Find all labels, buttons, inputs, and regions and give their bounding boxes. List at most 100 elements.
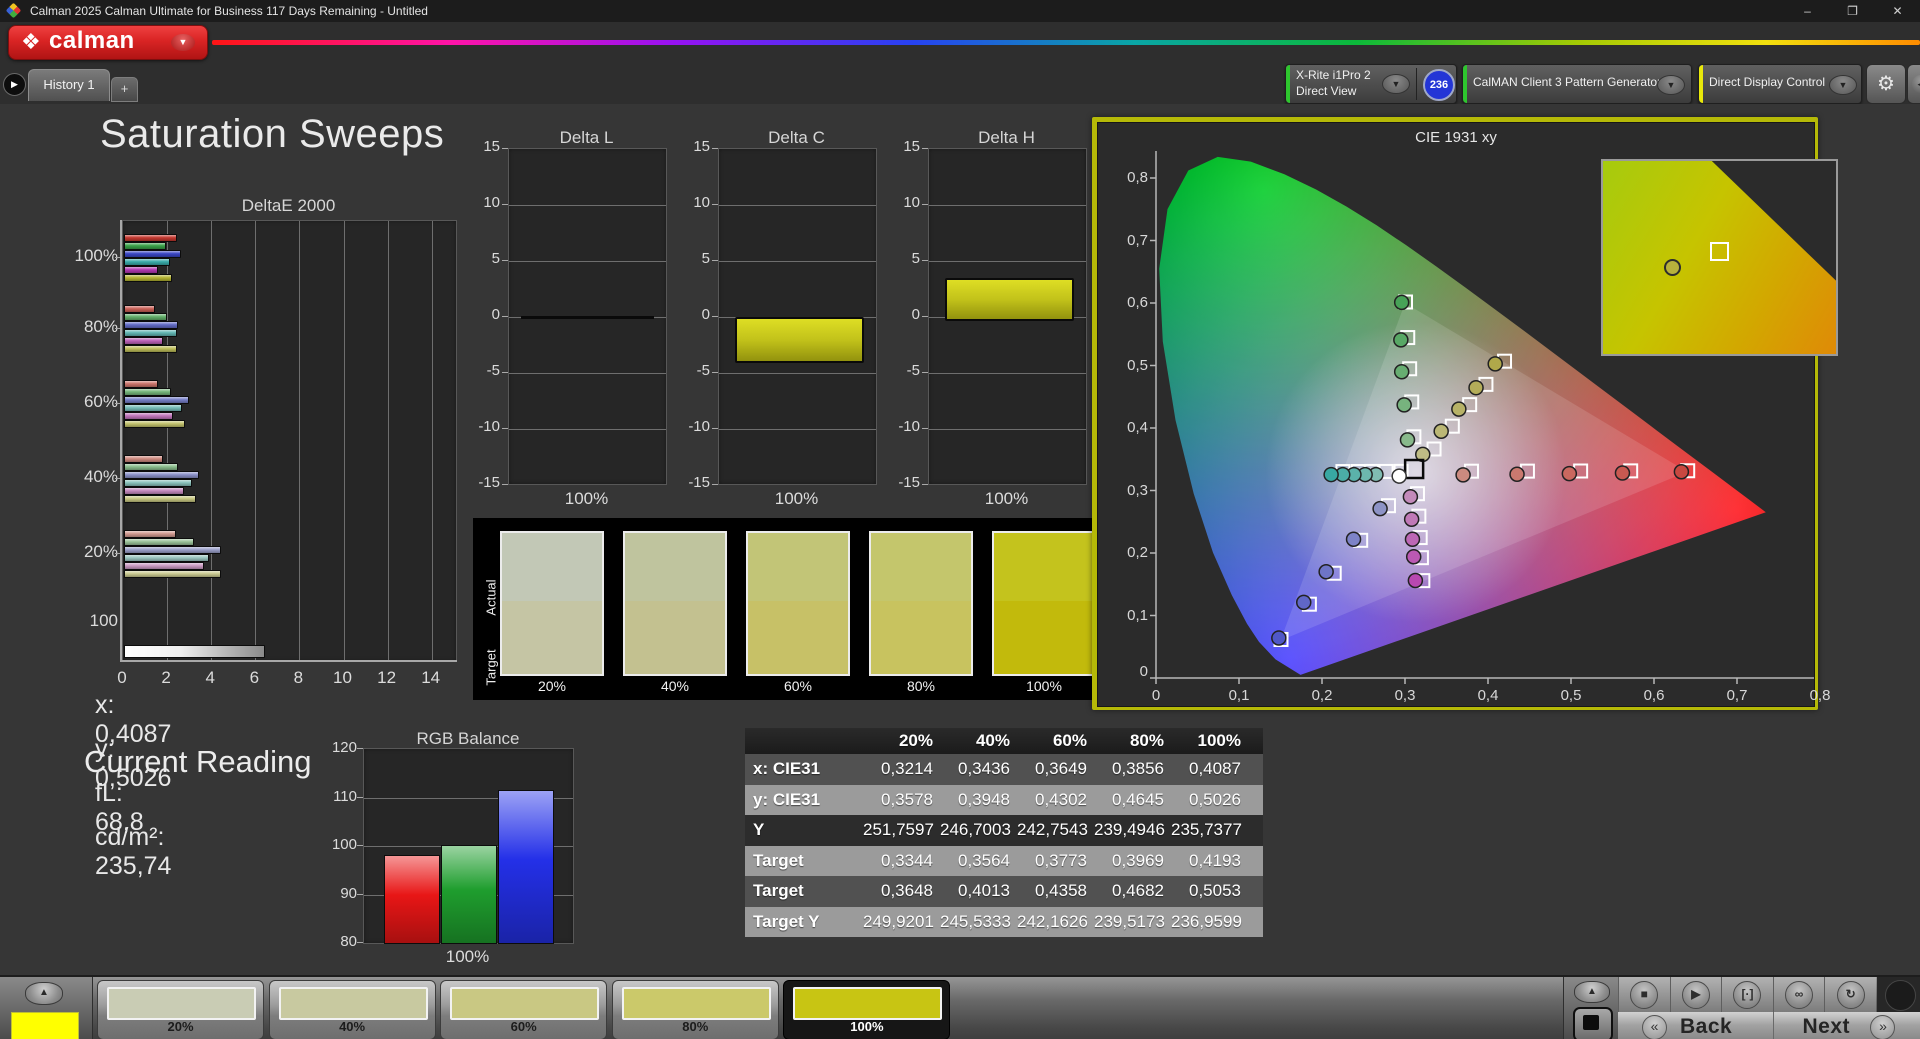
table-row-target-y: Target Y249,9201245,5333242,1626239,5173…	[745, 907, 1263, 938]
delta_l-ytick: 0	[460, 306, 500, 323]
pattern-window-toggle[interactable]	[1573, 1007, 1613, 1039]
chevron-down-icon: ▼	[1657, 75, 1685, 95]
deltae-bar-yellow-60%	[124, 420, 185, 428]
pattern-button-60%[interactable]: 60%	[440, 980, 607, 1039]
stop-icon: ■	[1630, 981, 1658, 1009]
tick	[922, 372, 928, 373]
cie-ytick: 0,2	[1110, 544, 1148, 561]
swatch-target-80%	[871, 601, 971, 674]
swatch-actual-20%	[502, 533, 602, 601]
pattern-label: 80%	[613, 1019, 778, 1034]
calman-logo-icon: ❖	[21, 29, 41, 55]
stop-button[interactable]: ■	[1618, 977, 1670, 1012]
tick	[712, 204, 718, 205]
play-button[interactable]: ▶	[1670, 977, 1722, 1012]
cie-measured-blue	[1272, 631, 1286, 645]
deltae-xtick: 2	[151, 668, 181, 688]
calman-menu-button[interactable]: ❖ calman ▼	[8, 25, 208, 60]
delta_c-xlabel: 100%	[718, 489, 875, 509]
cie-ytick: 0,7	[1110, 232, 1148, 249]
pattern-label: 100%	[784, 1019, 949, 1034]
cie-measured-magenta	[1407, 550, 1421, 564]
table-row-target-y-cie31: Target y:CIE310,36480,40130,43580,46820,…	[745, 876, 1263, 907]
gridline	[719, 373, 876, 374]
cie-measured-red	[1674, 465, 1688, 479]
cie-measured-blue	[1319, 565, 1333, 579]
tab-scroll-button[interactable]: ▶	[3, 73, 26, 96]
table-cell: 235,7377	[1171, 815, 1248, 846]
row-label: x: CIE31	[745, 754, 863, 785]
x-axis	[120, 660, 457, 662]
delta_c-ytick: -5	[670, 362, 710, 379]
table-cell: 0,3856	[1094, 754, 1171, 785]
display-control-label: Direct Display Control	[1709, 75, 1825, 89]
tick	[502, 148, 508, 149]
single-measure-button[interactable]: [·]	[1721, 977, 1773, 1012]
deltae-bar-yellow-100%	[124, 274, 172, 282]
deltae-bar-yellow-40%	[124, 495, 196, 503]
add-tab-button[interactable]: +	[111, 77, 138, 102]
table-row-target-x-cie31: Target x:CIE310,33440,35640,37730,39690,…	[745, 846, 1263, 877]
cie-measured-blue	[1297, 595, 1311, 609]
tick	[502, 372, 508, 373]
minimize-button[interactable]: –	[1785, 0, 1830, 22]
cie-ytick: 0,3	[1110, 482, 1148, 499]
tick	[502, 316, 508, 317]
cie-ytick: 0	[1110, 663, 1148, 680]
delta_c-ytick: 0	[670, 306, 710, 323]
close-button[interactable]: ✕	[1875, 0, 1920, 22]
reading-count-badge[interactable]: 236	[1423, 69, 1455, 101]
pattern-button-80%[interactable]: 80%	[612, 980, 779, 1039]
delta_l-ytick: 5	[460, 250, 500, 267]
meter-dropdown[interactable]: X-Rite i1Pro 2 Direct View ▼ 236	[1285, 64, 1457, 104]
settings-button[interactable]: ⚙	[1866, 64, 1906, 104]
table-col-100%: 100%	[1171, 728, 1248, 754]
gridline	[167, 221, 168, 661]
deltae-bar-cyan-20%	[124, 554, 209, 562]
pattern-button-40%[interactable]: 40%	[269, 980, 436, 1039]
meter-mode: Direct View	[1296, 84, 1356, 98]
tick	[115, 553, 122, 554]
refresh-button[interactable]: ↻	[1824, 977, 1876, 1012]
cie-plot-area: CIE 1931 xy 0,80,70,60,50,40,30,20,1000,…	[1097, 122, 1815, 707]
record-button[interactable]	[1885, 980, 1916, 1011]
back-button[interactable]: « Back	[1618, 1012, 1774, 1039]
display-control-dropdown[interactable]: Direct Display Control ▼	[1698, 64, 1862, 104]
maximize-button[interactable]: ❐	[1830, 0, 1875, 22]
pattern-generator-dropdown[interactable]: CalMAN Client 3 Pattern Generator ▼	[1462, 64, 1692, 104]
tick	[115, 478, 122, 479]
swatch-target-20%	[502, 601, 602, 674]
swatch-actual-100%	[994, 533, 1094, 601]
deltae-xtick: 8	[283, 668, 313, 688]
cie-xtick: 0,7	[1718, 687, 1756, 704]
gridline	[509, 205, 666, 206]
deltae-bar-magenta-100%	[124, 266, 158, 274]
title-bar: Calman 2025 Calman Ultimate for Business…	[0, 0, 1920, 22]
collapse-toolbar-button[interactable]: ◀	[1907, 64, 1920, 104]
pattern-button-100%[interactable]: 100%	[783, 980, 950, 1039]
window-icon	[1583, 1015, 1599, 1030]
display-control-status-bar	[1699, 65, 1703, 103]
next-button[interactable]: Next »	[1774, 1012, 1920, 1039]
chevron-down-icon: ▼	[1829, 75, 1857, 95]
meter-status-bar	[1286, 65, 1290, 103]
pattern-button-20%[interactable]: 20%	[97, 980, 264, 1039]
gridline	[929, 429, 1086, 430]
tick	[712, 316, 718, 317]
delta_l-ytick: 10	[460, 194, 500, 211]
deltae-xtick: 12	[372, 668, 402, 688]
page-title: Saturation Sweeps	[100, 112, 444, 157]
gridline	[929, 261, 1086, 262]
delta_h-ytick: 0	[880, 306, 920, 323]
table-cell: 0,4358	[1017, 876, 1094, 907]
divider	[1416, 68, 1417, 100]
swatch-label: 80%	[859, 678, 983, 694]
rgb-bar-blue	[498, 790, 554, 944]
delta_h-ytick: 5	[880, 250, 920, 267]
continuous-button[interactable]: ∞	[1773, 977, 1825, 1012]
tab-history-1[interactable]: History 1	[28, 69, 110, 101]
expand-up-button[interactable]: ▲	[1574, 981, 1610, 1003]
cie-measured-cyan	[1324, 468, 1338, 482]
swatch-label: 40%	[613, 678, 737, 694]
continuous-icon: ∞	[1785, 981, 1813, 1009]
